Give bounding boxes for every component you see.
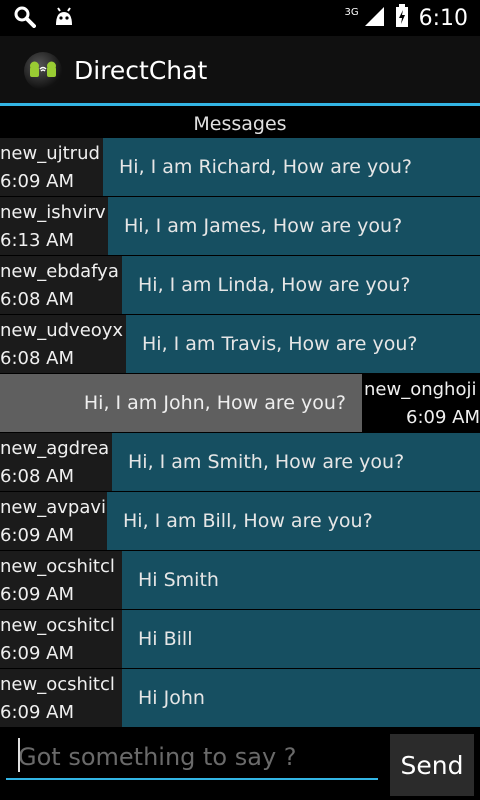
message-timestamp: 6:09 AM: [406, 407, 480, 428]
message-row[interactable]: new_ocshitcl 6:09 AM Hi John: [0, 669, 480, 727]
message-meta: new_ocshitcl 6:09 AM: [0, 553, 122, 609]
message-row[interactable]: new_udveoyx 6:08 AM Hi, I am Travis, How a…: [0, 315, 480, 373]
message-username: new_avpavi: [0, 497, 106, 518]
message-username: new_ocshitcl: [0, 674, 115, 695]
message-bubble[interactable]: Hi, I am Richard, How are you?: [103, 138, 480, 196]
message-username: new_ebdafya: [0, 261, 119, 282]
messages-header: Messages: [0, 110, 480, 138]
text-caret: [18, 738, 20, 772]
battery-icon: [395, 4, 409, 32]
message-username: new_onghoji: [364, 379, 477, 400]
message-timestamp: 6:09 AM: [0, 171, 74, 192]
message-meta: new_ebdafya 6:08 AM: [0, 258, 122, 314]
message-meta: new_avpavi 6:09 AM: [0, 494, 107, 550]
message-bubble[interactable]: Hi, I am Linda, How are you?: [122, 256, 480, 314]
message-username: new_ujtrud: [0, 143, 100, 164]
app-title: DirectChat: [74, 56, 208, 85]
network-type-label: 3G: [344, 6, 359, 18]
message-meta: new_ishvirv 6:13 AM: [0, 199, 108, 255]
message-row[interactable]: new_ocshitcl 6:09 AM Hi Bill: [0, 610, 480, 668]
message-timestamp: 6:09 AM: [0, 643, 74, 664]
search-icon: [14, 6, 36, 32]
message-meta: new_ocshitcl 6:09 AM: [0, 612, 122, 668]
message-meta: new_onghoji 6:09 AM: [362, 376, 480, 432]
action-bar: DirectChat: [0, 36, 480, 105]
message-username: new_agdrea: [0, 438, 110, 459]
message-timestamp: 6:09 AM: [0, 702, 74, 723]
message-bubble[interactable]: Hi, I am John, How are you?: [0, 374, 362, 432]
message-bubble[interactable]: Hi, I am James, How are you?: [108, 197, 480, 255]
message-timestamp: 6:08 AM: [0, 466, 74, 487]
message-timestamp: 6:08 AM: [0, 289, 74, 310]
message-username: new_ishvirv: [0, 202, 106, 223]
message-input[interactable]: [6, 734, 378, 780]
message-timestamp: 6:08 AM: [0, 348, 74, 369]
message-row[interactable]: new_ocshitcl 6:09 AM Hi Smith: [0, 551, 480, 609]
signal-icon: [363, 5, 385, 31]
message-list[interactable]: new_ujtrud 6:09 AM Hi, I am Richard, How a…: [0, 138, 480, 728]
composer: Send: [0, 728, 480, 800]
message-meta: new_udveoyx 6:08 AM: [0, 317, 126, 373]
message-timestamp: 6:09 AM: [0, 584, 74, 605]
message-row-outgoing[interactable]: Hi, I am John, How are you? new_onghoji 6:…: [0, 374, 480, 432]
message-bubble[interactable]: Hi, I am Travis, How are you?: [126, 315, 480, 373]
message-meta: new_agdrea 6:08 AM: [0, 435, 112, 491]
action-bar-divider: [0, 103, 480, 106]
message-timestamp: 6:13 AM: [0, 230, 74, 251]
message-bubble[interactable]: Hi John: [122, 669, 480, 727]
message-row[interactable]: new_ebdafya 6:08 AM Hi, I am Linda, How ar…: [0, 256, 480, 314]
message-row[interactable]: new_avpavi 6:09 AM Hi, I am Bill, How are …: [0, 492, 480, 550]
message-row[interactable]: new_ishvirv 6:13 AM Hi, I am James, How ar…: [0, 197, 480, 255]
message-timestamp: 6:09 AM: [0, 525, 74, 546]
clock-time: 6:10: [418, 5, 468, 31]
message-input-underline: [6, 778, 378, 780]
message-bubble[interactable]: Hi Smith: [122, 551, 480, 609]
message-bubble[interactable]: Hi Bill: [122, 610, 480, 668]
app-logo-icon[interactable]: [24, 52, 62, 90]
message-meta: new_ocshitcl 6:09 AM: [0, 671, 122, 727]
message-row[interactable]: new_ujtrud 6:09 AM Hi, I am Richard, How a…: [0, 138, 480, 196]
message-username: new_udveoyx: [0, 320, 124, 341]
message-row[interactable]: new_agdrea 6:08 AM Hi, I am Smith, How are…: [0, 433, 480, 491]
android-icon: [54, 7, 74, 31]
message-bubble[interactable]: Hi, I am Smith, How are you?: [112, 433, 480, 491]
message-bubble[interactable]: Hi, I am Bill, How are you?: [107, 492, 480, 550]
message-meta: new_ujtrud 6:09 AM: [0, 140, 103, 196]
status-bar: 3G 6:10: [0, 0, 480, 36]
message-username: new_ocshitcl: [0, 615, 115, 636]
message-username: new_ocshitcl: [0, 556, 115, 577]
send-button[interactable]: Send: [390, 734, 474, 796]
